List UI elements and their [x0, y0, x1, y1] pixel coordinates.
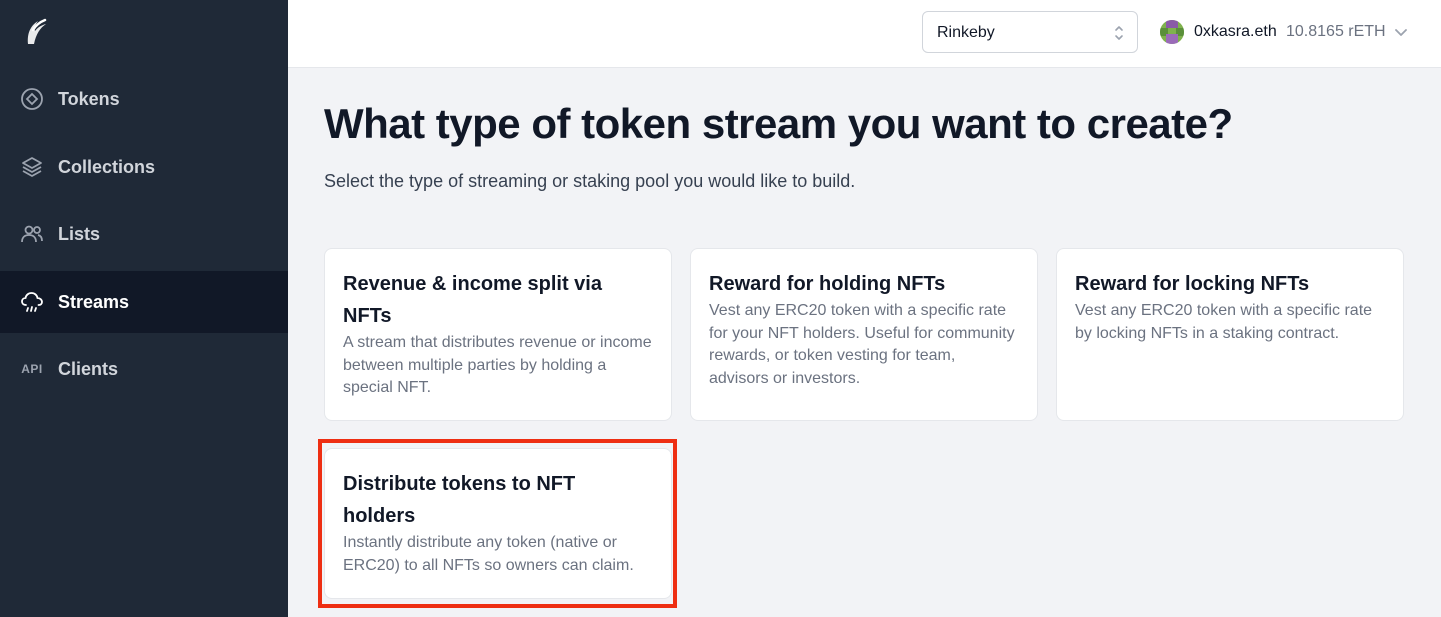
sidebar: Tokens Collections Lists Streams API Cli… [0, 0, 288, 617]
sidebar-item-streams[interactable]: Streams [0, 271, 288, 333]
card-description: A stream that distributes revenue or inc… [343, 334, 652, 396]
sidebar-item-lists[interactable]: Lists [0, 203, 288, 265]
page-title: What type of token stream you want to cr… [324, 100, 1233, 147]
chevron-down-icon [1394, 25, 1408, 44]
sidebar-item-clients[interactable]: API Clients [0, 338, 288, 400]
card-title: Revenue & income split via NFTs [343, 273, 602, 327]
avatar [1160, 20, 1184, 44]
network-select[interactable]: Rinkeby [922, 11, 1138, 53]
page-subtitle: Select the type of streaming or staking … [324, 171, 856, 191]
account-ens-name: 0xkasra.eth [1194, 23, 1277, 40]
api-icon: API [20, 357, 44, 381]
sidebar-item-tokens[interactable]: Tokens [0, 68, 288, 130]
layers-icon [20, 155, 44, 179]
account-balance: 10.8165 rETH [1286, 23, 1386, 40]
select-updown-icon [1113, 23, 1125, 48]
token-icon [20, 87, 44, 111]
stream-type-card-holding-rewards[interactable]: Reward for holding NFTs Vest any ERC20 t… [690, 248, 1038, 421]
card-description: Vest any ERC20 token with a specific rat… [709, 302, 1015, 387]
sidebar-item-label: Streams [58, 291, 130, 312]
card-title: Reward for locking NFTs [1075, 273, 1310, 295]
card-description: Vest any ERC20 token with a specific rat… [1075, 302, 1373, 342]
account-menu[interactable]: 0xkasra.eth 10.8165 rETH [1160, 20, 1420, 44]
network-selected-value: Rinkeby [937, 24, 995, 41]
sidebar-item-label: Lists [58, 223, 101, 244]
cloud-rain-icon [20, 290, 44, 314]
flame-logo-icon[interactable] [24, 16, 48, 46]
stream-type-card-revenue-split[interactable]: Revenue & income split via NFTs A stream… [324, 248, 672, 421]
selection-highlight [318, 439, 677, 608]
api-icon-text: API [21, 362, 43, 376]
stream-type-card-locking-rewards[interactable]: Reward for locking NFTs Vest any ERC20 t… [1056, 248, 1404, 421]
card-title: Reward for holding NFTs [709, 273, 946, 295]
sidebar-item-label: Tokens [58, 88, 120, 109]
users-icon [20, 222, 44, 246]
sidebar-item-label: Clients [58, 358, 119, 379]
sidebar-item-label: Collections [58, 156, 156, 177]
sidebar-item-collections[interactable]: Collections [0, 136, 288, 198]
top-bar: Rinkeby 0xkasra.eth 10.8165 rETH [288, 0, 1441, 68]
